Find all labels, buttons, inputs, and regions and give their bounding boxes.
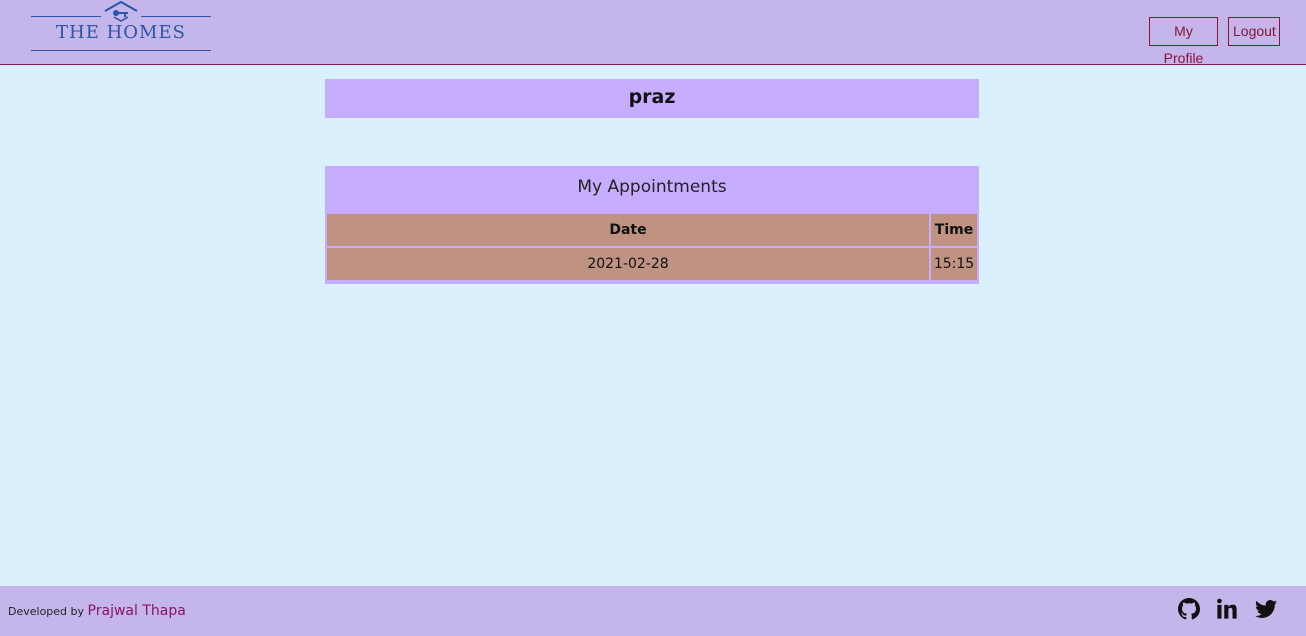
logo-line <box>31 50 211 51</box>
linkedin-icon[interactable] <box>1216 598 1238 620</box>
table-row: 2021-02-28 15:15 <box>327 248 977 280</box>
appointment-time: 15:15 <box>931 248 977 280</box>
logo-line <box>31 16 101 17</box>
developer-credit: Developed by Prajwal Thapa <box>8 603 186 619</box>
user-name-title: praz <box>325 79 979 118</box>
developed-by-label: Developed by <box>8 605 85 618</box>
brand-logo[interactable]: THE HOMES <box>31 0 211 54</box>
table-header-row: Date Time <box>327 214 977 246</box>
footer: Developed by Prajwal Thapa <box>0 586 1306 636</box>
brand-name: THE HOMES <box>56 22 186 43</box>
navbar: THE HOMES My Profile Logout <box>0 0 1306 66</box>
appointment-date: 2021-02-28 <box>327 248 929 280</box>
my-profile-button[interactable]: My Profile <box>1149 17 1218 66</box>
logout-button[interactable]: Logout <box>1228 17 1280 46</box>
column-header-time: Time <box>931 214 977 246</box>
appointments-panel: My Appointments Date Time 2021-02-28 15:… <box>325 166 979 284</box>
github-icon[interactable] <box>1178 598 1200 620</box>
developer-name-link[interactable]: Prajwal Thapa <box>88 603 186 619</box>
house-key-icon <box>104 1 138 22</box>
appointments-title: My Appointments <box>577 177 727 197</box>
column-header-date: Date <box>327 214 929 246</box>
twitter-icon[interactable] <box>1255 598 1277 620</box>
appointments-table: Date Time 2021-02-28 15:15 <box>325 212 979 282</box>
logo-line <box>141 16 211 17</box>
